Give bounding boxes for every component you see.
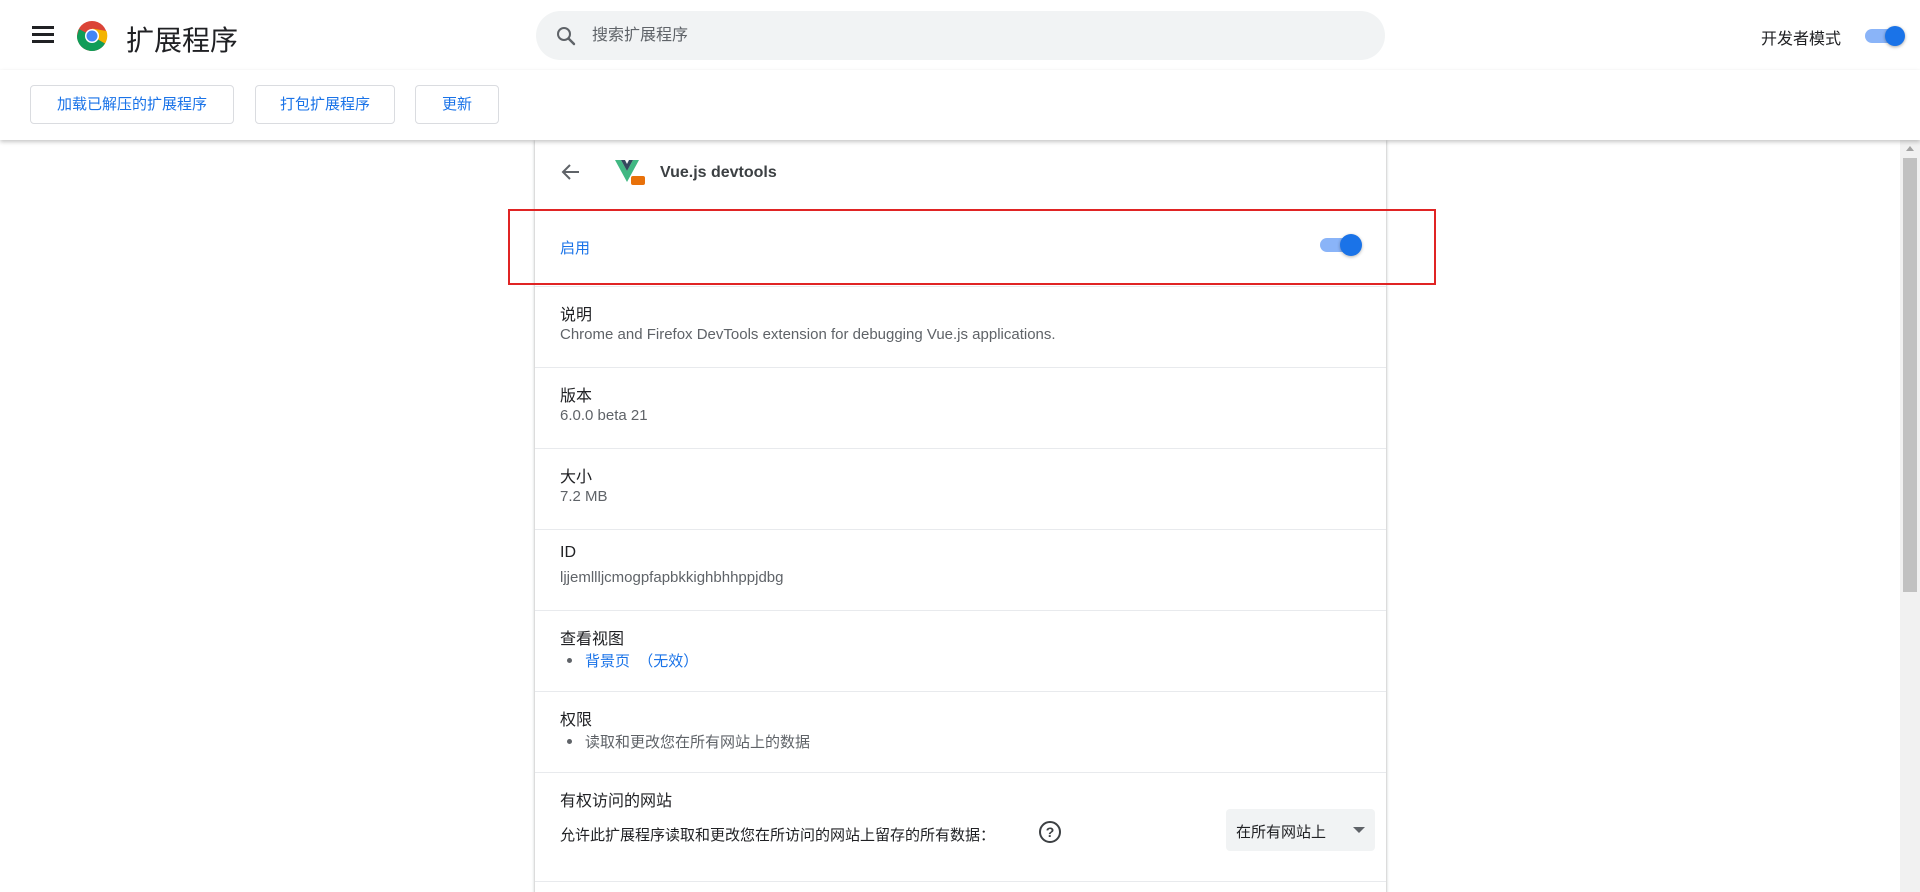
permission-item: 读取和更改您在所有网站上的数据 <box>585 734 811 751</box>
version-section: 版本 6.0.0 beta 21 <box>535 367 1386 448</box>
site-access-label: 有权访问的网站 <box>560 793 673 810</box>
scroll-up-arrow-icon[interactable] <box>1906 146 1914 151</box>
search-input[interactable] <box>592 11 1352 60</box>
enable-row: 启用 <box>535 210 1386 282</box>
version-value: 6.0.0 beta 21 <box>560 407 648 424</box>
dev-mode-label: 开发者模式 <box>1761 31 1842 48</box>
views-label: 查看视图 <box>560 631 625 648</box>
update-button[interactable]: 更新 <box>415 85 499 124</box>
page-title: 扩展程序 <box>126 25 239 56</box>
scrollbar[interactable] <box>1900 140 1920 892</box>
size-section: 大小 7.2 MB <box>535 448 1386 529</box>
help-icon[interactable]: ? <box>1039 821 1061 843</box>
load-unpacked-button[interactable]: 加载已解压的扩展程序 <box>30 85 234 124</box>
inactive-note: （无效） <box>638 653 699 670</box>
version-label: 版本 <box>560 388 593 405</box>
dropdown-arrow-icon <box>1353 827 1365 833</box>
back-arrow-icon[interactable] <box>561 162 581 182</box>
id-section: ID ljjemllljcmogpfapbkkighbhhppjdbg <box>535 529 1386 610</box>
bullet <box>567 739 572 744</box>
dev-mode-toggle[interactable] <box>1865 26 1907 46</box>
content-area: Vue.js devtools 启用 说明 Chrome and Firefox… <box>0 140 1900 892</box>
dev-tools-bar: 加载已解压的扩展程序 打包扩展程序 更新 <box>0 70 1920 140</box>
enable-label: 启用 <box>560 240 591 257</box>
site-access-prompt: 允许此扩展程序读取和更改您在所访问的网站上留存的所有数据： <box>560 827 996 844</box>
hamburger-menu-icon[interactable] <box>32 26 54 44</box>
enable-toggle[interactable] <box>1320 234 1362 256</box>
toolbar: 扩展程序 开发者模式 <box>0 0 1920 70</box>
extension-detail-card: Vue.js devtools 启用 说明 Chrome and Firefox… <box>535 140 1386 892</box>
id-value: ljjemllljcmogpfapbkkighbhhppjdbg <box>560 569 784 586</box>
description-section: 说明 Chrome and Firefox DevTools extension… <box>535 286 1386 367</box>
search-box[interactable] <box>536 11 1385 60</box>
search-icon[interactable] <box>554 24 578 48</box>
extension-name: Vue.js devtools <box>660 164 777 181</box>
description-label: 说明 <box>560 307 593 324</box>
pack-extension-button[interactable]: 打包扩展程序 <box>255 85 395 124</box>
vue-logo-icon <box>615 160 645 185</box>
description-value: Chrome and Firefox DevTools extension fo… <box>560 326 1056 343</box>
chrome-logo-icon <box>77 21 108 52</box>
site-access-section: 有权访问的网站 允许此扩展程序读取和更改您在所访问的网站上留存的所有数据： ? … <box>535 772 1386 892</box>
site-access-selected: 在所有网站上 <box>1236 824 1327 841</box>
site-access-select[interactable]: 在所有网站上 <box>1226 809 1375 851</box>
id-label: ID <box>560 544 576 561</box>
bullet <box>567 658 572 663</box>
permissions-label: 权限 <box>560 712 593 729</box>
views-item: 背景页 （无效） <box>585 650 698 671</box>
size-label: 大小 <box>560 469 593 486</box>
background-page-link[interactable]: 背景页 <box>585 653 630 670</box>
divider <box>535 881 1386 882</box>
size-value: 7.2 MB <box>560 488 608 505</box>
views-section: 查看视图 背景页 （无效） <box>535 610 1386 691</box>
card-header: Vue.js devtools <box>535 140 1386 205</box>
permissions-section: 权限 读取和更改您在所有网站上的数据 <box>535 691 1386 772</box>
scroll-thumb[interactable] <box>1903 158 1917 592</box>
